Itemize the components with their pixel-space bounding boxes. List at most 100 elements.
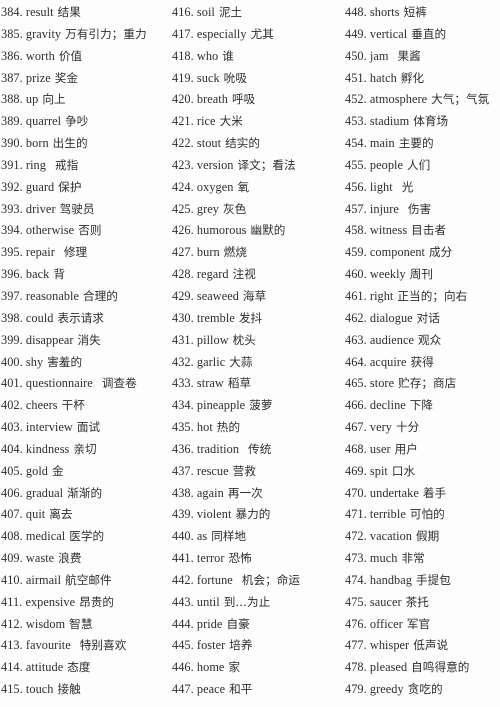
entry-gloss: 家: [228, 660, 241, 675]
entry-number: 432.: [172, 354, 194, 369]
entry-gloss: 呼吸: [231, 92, 256, 107]
entry-gloss: 接触: [57, 682, 81, 697]
entry-word: who: [196, 48, 219, 63]
vocabulary-entry: 429. seaweed 海草: [172, 286, 345, 308]
entry-number: 422.: [172, 136, 194, 151]
entry-word: cheers: [25, 398, 58, 413]
entry-number: 468.: [345, 441, 367, 456]
entry-number: 431.: [172, 332, 194, 347]
entry-word: much: [369, 551, 398, 566]
entry-word: straw: [196, 376, 224, 391]
vocabulary-entry: 410. airmail 航空邮件: [1, 570, 172, 592]
entry-gloss: 修理: [63, 245, 88, 260]
entry-word: hatch: [369, 70, 397, 85]
entry-word: hot: [196, 420, 213, 435]
entry-number: 470.: [345, 485, 367, 500]
entry-gloss: 大气；气氛: [431, 92, 490, 107]
vocabulary-entry: 463. audience 观众: [345, 330, 500, 352]
entry-word: rice: [196, 114, 216, 129]
entry-gloss: 出生的: [52, 136, 88, 151]
entry-word: until: [196, 594, 220, 609]
entry-gloss: 同样地: [211, 529, 247, 544]
entry-number: 427.: [172, 245, 194, 260]
vocabulary-entry: 425. grey 灰色: [172, 199, 345, 221]
entry-word: audience: [369, 332, 415, 347]
entry-gloss: 灰色: [222, 201, 247, 216]
entry-gloss: 尤其: [250, 26, 274, 41]
entry-number: 435.: [172, 420, 194, 435]
vocabulary-entry: 426. humorous 幽默的: [172, 220, 345, 242]
entry-word: ring: [25, 157, 46, 172]
entry-number: 425.: [172, 201, 194, 216]
entry-gloss: 亲切: [73, 441, 97, 456]
entry-number: 479.: [345, 682, 367, 697]
vocabulary-entry: 441. terror 恐怖: [172, 548, 345, 570]
entry-number: 456.: [345, 179, 367, 194]
vocabulary-entry: 442. fortune 机会；命运: [172, 570, 345, 592]
entry-number: 397.: [1, 288, 23, 303]
entry-word: user: [369, 441, 391, 456]
entry-word: gold: [25, 463, 48, 478]
entry-word: garlic: [196, 354, 226, 369]
entry-gloss: 态度: [67, 660, 91, 675]
vocabulary-entry: 432. garlic 大蒜: [172, 352, 345, 374]
entry-word: favourite: [25, 638, 71, 653]
entry-word: seaweed: [196, 288, 239, 303]
entry-number: 389.: [1, 114, 23, 129]
entry-number: 461.: [345, 288, 367, 303]
entry-word: waste: [25, 551, 55, 566]
entry-gloss: 特别喜欢: [79, 638, 127, 653]
entry-word: very: [369, 420, 392, 435]
entry-gloss: 泥土: [218, 5, 243, 19]
entry-word: witness: [369, 223, 408, 238]
entry-gloss: 氧: [237, 179, 250, 194]
vocabulary-entry: 477. whisper 低声说: [345, 635, 500, 657]
vocabulary-entry: 436. tradition 传统: [172, 439, 345, 461]
vocabulary-entry: 414. attitude 态度: [1, 657, 172, 679]
vocabulary-entry: 424. oxygen 氧: [172, 177, 345, 199]
entry-gloss: 传统: [248, 441, 272, 456]
entry-word: dialogue: [369, 310, 413, 325]
entry-word: again: [196, 485, 224, 500]
entry-gloss: 军官: [406, 616, 431, 631]
entry-word: right: [369, 288, 394, 303]
entry-gloss: 营救: [232, 463, 256, 478]
vocabulary-entry: 455. people 人们: [345, 155, 500, 177]
entry-gloss: 稻草: [227, 376, 252, 391]
vocabulary-entry: 457. injure 伤害: [345, 199, 500, 221]
vocabulary-entry: 420. breath 呼吸: [172, 89, 345, 111]
entry-gloss: 再一次: [227, 485, 263, 500]
entry-number: 467.: [345, 420, 367, 435]
entry-gloss: 幽默的: [250, 223, 286, 238]
entry-number: 446.: [172, 660, 194, 675]
entry-number: 426.: [172, 223, 194, 238]
entry-number: 433.: [172, 376, 194, 391]
entry-number: 454.: [345, 136, 367, 151]
vocabulary-entry: 476. officer 军官: [345, 614, 500, 636]
entry-number: 401.: [1, 376, 23, 391]
vocabulary-entry: 471. terrible 可怕的: [345, 504, 500, 526]
entry-number: 398.: [1, 310, 23, 325]
entry-number: 396.: [1, 267, 23, 282]
entry-gloss: 和平: [229, 682, 253, 697]
entry-number: 465.: [345, 376, 367, 391]
vocabulary-entry: 422. stout 结实的: [172, 133, 345, 155]
entry-number: 388.: [1, 92, 23, 107]
entry-word: reasonable: [25, 288, 79, 303]
entry-word: breath: [196, 92, 228, 107]
entry-word: foster: [196, 638, 226, 653]
entry-gloss: 着手: [422, 485, 447, 500]
entry-number: 447.: [172, 682, 194, 697]
entry-number: 430.: [172, 310, 194, 325]
entry-number: 439.: [172, 507, 194, 522]
entry-gloss: 垂直的: [411, 26, 447, 41]
entry-number: 440.: [172, 529, 194, 544]
vocabulary-entry: 418. who 谁: [172, 46, 345, 68]
entry-word: result: [25, 5, 54, 19]
entry-word: driver: [25, 201, 56, 216]
entry-word: up: [25, 92, 39, 107]
vocabulary-entry: 412. wisdom 智慧: [1, 614, 172, 636]
entry-word: whisper: [369, 638, 410, 653]
entry-word: kindness: [25, 441, 70, 456]
entry-gloss: 争吵: [65, 114, 89, 129]
